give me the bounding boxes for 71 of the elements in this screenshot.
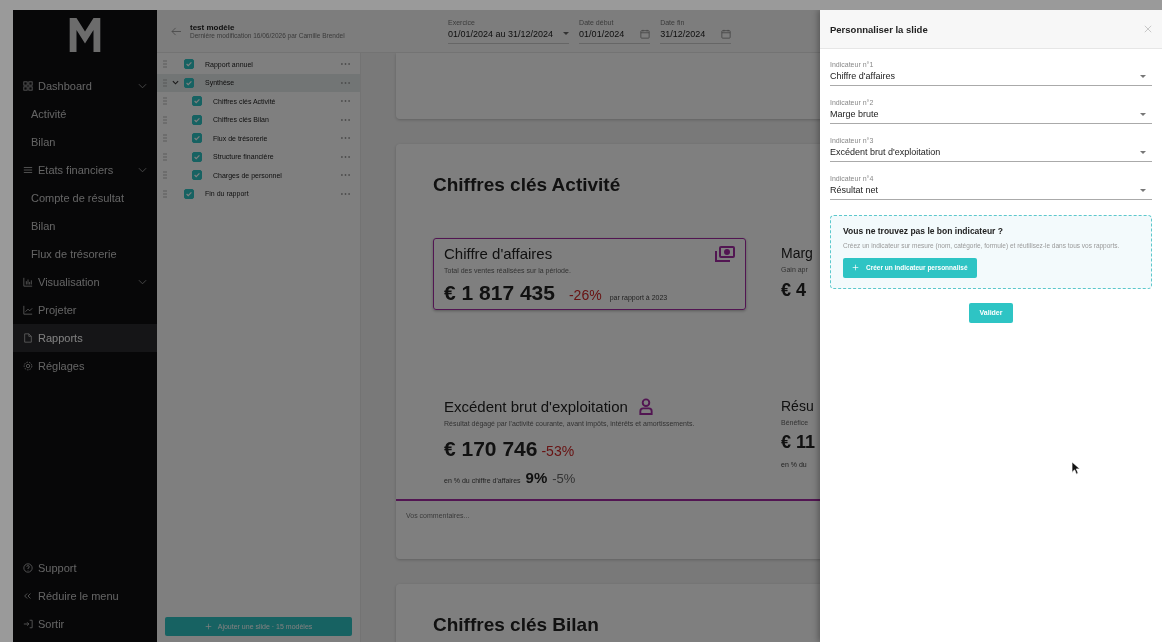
- ratio-value: 9%: [525, 469, 548, 486]
- calendar-icon: [721, 28, 732, 39]
- trend-icon: [23, 305, 33, 315]
- kpi-title: Marg: [781, 245, 813, 261]
- select-field[interactable]: Chiffre d'affaires: [830, 69, 1152, 86]
- template-title: test modèle: [190, 23, 236, 32]
- nav-item[interactable]: Réduire le menu: [13, 582, 157, 610]
- date-field[interactable]: 31/12/2024: [660, 26, 732, 44]
- checkbox[interactable]: [192, 151, 202, 162]
- doc-icon: [23, 333, 33, 343]
- nav-item[interactable]: Projeter: [13, 296, 157, 324]
- close-icon[interactable]: [1144, 25, 1152, 33]
- dropdown-icon: [1140, 112, 1146, 116]
- exit-icon: [23, 619, 33, 629]
- dropdown-icon: [1140, 150, 1146, 154]
- select-field[interactable]: Excédent brut d'exploitation: [830, 145, 1152, 162]
- nav-item[interactable]: Dashboard: [13, 72, 157, 100]
- dropdown-icon: [1140, 74, 1146, 78]
- nav-subitem[interactable]: Bilan: [13, 212, 157, 240]
- nav-subitem[interactable]: Activité: [13, 100, 157, 128]
- nav-item[interactable]: Support: [13, 554, 157, 582]
- logo-icon: [68, 16, 102, 54]
- select-field[interactable]: 01/01/2024 au 31/12/2024: [448, 26, 570, 44]
- checkbox[interactable]: [184, 77, 194, 88]
- checkbox[interactable]: [192, 114, 202, 125]
- collapse-icon: [23, 591, 33, 601]
- kpi-value: € 4: [781, 279, 807, 301]
- kpi-value: € 11: [781, 432, 816, 453]
- nav-subitem[interactable]: Compte de résultat: [13, 184, 157, 212]
- nav-subitem[interactable]: Bilan: [13, 128, 157, 156]
- kpi-title: Chiffre d'affaires: [444, 245, 553, 262]
- calendar-icon: [640, 28, 651, 39]
- lines-icon: [23, 165, 33, 175]
- nav-item[interactable]: Visualisation: [13, 268, 157, 296]
- select-field[interactable]: Marge brute: [830, 107, 1152, 124]
- bars-icon: [23, 277, 33, 287]
- dropdown-icon: [563, 32, 570, 35]
- plus-icon: [204, 623, 212, 630]
- date-field[interactable]: 01/01/2024: [579, 26, 651, 44]
- nav-item[interactable]: Réglages: [13, 352, 157, 380]
- checkbox[interactable]: [192, 133, 202, 144]
- chevron-icon[interactable]: [172, 80, 179, 86]
- person-icon: [637, 397, 654, 415]
- kpi-title: Résu: [781, 397, 814, 414]
- kpi-change: -26%: [568, 286, 602, 303]
- slide-title: Chiffres clés Bilan: [433, 614, 599, 636]
- dropdown-icon: [1140, 188, 1146, 192]
- back-arrow-icon[interactable]: [171, 26, 182, 36]
- ratio-change: -5%: [552, 471, 576, 486]
- kpi-title: Excédent brut d'exploitation: [444, 397, 628, 415]
- checkbox[interactable]: [192, 96, 202, 107]
- kpi-change: -53%: [541, 443, 575, 459]
- checkbox[interactable]: [192, 170, 202, 181]
- nav-item[interactable]: Etats financiers: [13, 156, 157, 184]
- hint-title: Vous ne trouvez pas le bon indicateur ?: [843, 226, 1004, 236]
- nav-item[interactable]: Sortir: [13, 610, 157, 638]
- checkbox[interactable]: [184, 59, 194, 70]
- select-field[interactable]: Résultat net: [830, 183, 1152, 200]
- nav-subitem[interactable]: Flux de trésorerie: [13, 240, 157, 268]
- cursor-icon: [1071, 461, 1080, 475]
- kpi-value: € 1 817 435: [444, 280, 555, 305]
- checkbox[interactable]: [184, 188, 194, 199]
- help-icon: [23, 563, 33, 573]
- nav-item[interactable]: Rapports: [13, 324, 157, 352]
- plus-icon: [852, 264, 859, 272]
- gear-icon: [23, 361, 33, 371]
- grid-icon: [23, 81, 33, 91]
- kpi-value: € 170 746: [444, 437, 538, 461]
- banknote-icon: [715, 245, 735, 262]
- drawer-title: Personnaliser la slide: [830, 23, 928, 35]
- slide-title: Chiffres clés Activité: [433, 174, 621, 196]
